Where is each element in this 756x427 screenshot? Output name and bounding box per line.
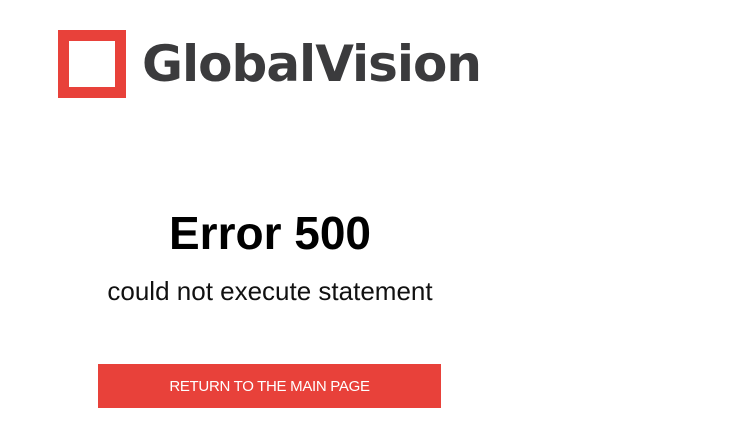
error-block: Error 500 could not execute statement xyxy=(60,210,480,304)
error-message: could not execute statement xyxy=(107,276,433,306)
brand-name: GlobalVision xyxy=(142,35,482,93)
return-to-main-page-button[interactable]: RETURN TO THE MAIN PAGE xyxy=(98,364,441,408)
error-title: Error 500 xyxy=(168,207,371,259)
brand-logo: GlobalVision xyxy=(58,30,482,98)
red-square-outline-icon xyxy=(58,30,126,98)
